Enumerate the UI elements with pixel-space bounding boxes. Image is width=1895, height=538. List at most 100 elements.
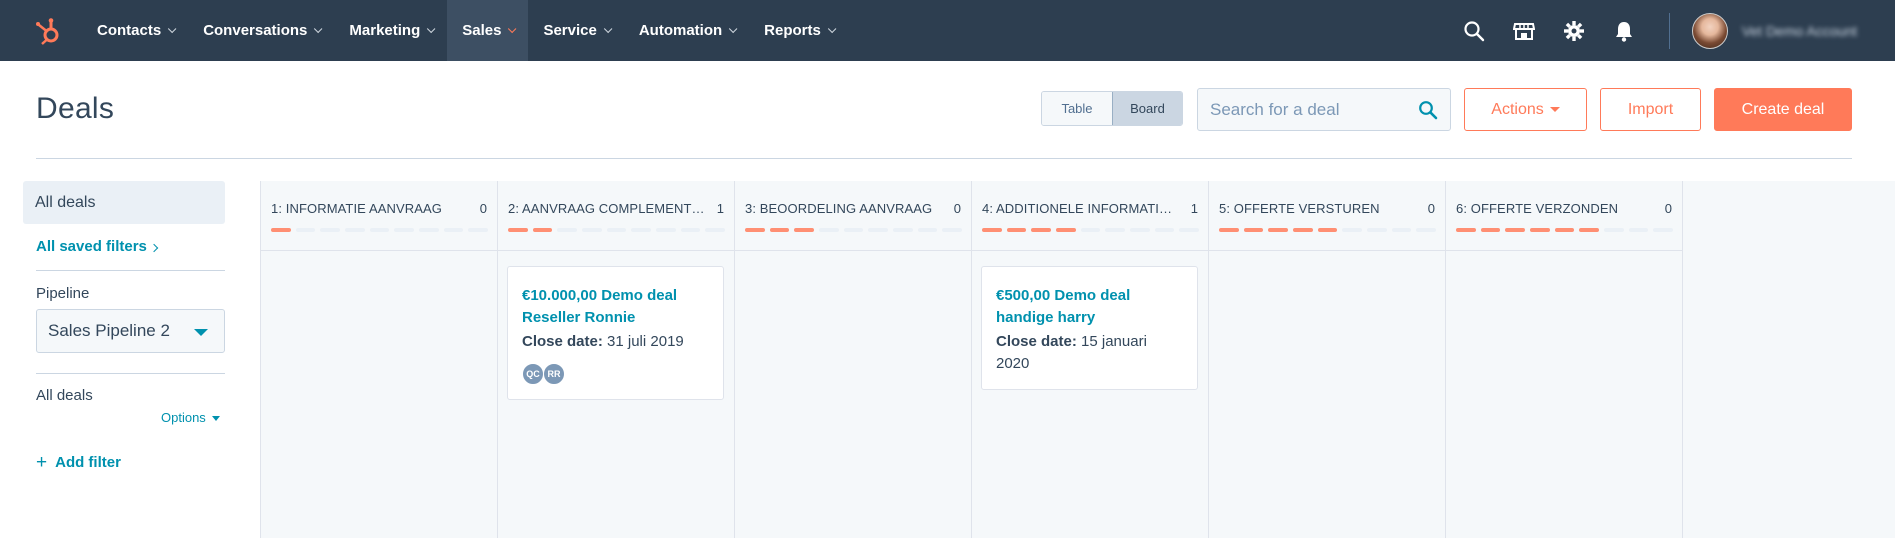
nav-item-contacts[interactable]: Contacts	[82, 0, 188, 61]
progress-segment	[295, 228, 316, 232]
marketplace-icon[interactable]	[1499, 0, 1549, 61]
progress-segment	[320, 228, 341, 232]
chevron-down-icon	[603, 24, 613, 33]
stage-progress	[271, 228, 489, 233]
deal-card[interactable]: €500,00 Demo deal handige harry Close dat…	[981, 266, 1198, 390]
nav-item-reports[interactable]: Reports	[749, 0, 848, 61]
chevron-down-icon	[427, 24, 436, 33]
progress-segment	[1154, 228, 1175, 232]
actions-button[interactable]: Actions	[1464, 88, 1587, 131]
search-input[interactable]	[1198, 89, 1408, 130]
chevron-right-icon	[149, 243, 159, 253]
account-name[interactable]: Vet Demo Account	[1742, 23, 1857, 39]
nav-divider	[1668, 12, 1670, 49]
progress-segment	[705, 228, 726, 232]
progress-segment	[443, 228, 464, 232]
create-deal-button[interactable]: Create deal	[1714, 88, 1852, 131]
owner-avatar[interactable]: RR	[543, 363, 565, 385]
progress-segment	[1056, 228, 1076, 232]
nav-item-label: Contacts	[97, 22, 162, 39]
progress-segment	[1604, 228, 1624, 232]
close-date-value: 31 juli 2019	[607, 333, 684, 350]
progress-segment	[1480, 228, 1501, 232]
nav-item-automation[interactable]: Automation	[624, 0, 749, 61]
stage-progress	[508, 228, 726, 233]
options-dropdown[interactable]: Options	[161, 410, 220, 425]
close-date-label: Close date:	[522, 333, 603, 350]
avatar[interactable]	[1691, 12, 1728, 49]
deal-owners: QC RR	[522, 363, 709, 385]
search-icon[interactable]	[1449, 0, 1499, 61]
stage-name: 5: OFFERTE VERSTUREN	[1219, 201, 1380, 216]
stage-name: 6: OFFERTE VERZONDEN	[1456, 201, 1619, 216]
stage-count: 1	[716, 201, 724, 216]
progress-segment	[1293, 228, 1313, 232]
deal-title-link[interactable]: €10.000,00 Demo deal Reseller Ronnie	[522, 285, 709, 329]
progress-segment	[1243, 228, 1264, 232]
deal-card[interactable]: €10.000,00 Demo deal Reseller Ronnie Clos…	[507, 266, 724, 400]
progress-segment	[394, 228, 415, 232]
progress-segment	[794, 228, 815, 232]
progress-segment	[819, 228, 839, 232]
nav-item-conversations[interactable]: Conversations	[188, 0, 334, 61]
plus-icon: +	[36, 452, 48, 473]
progress-segment	[1179, 228, 1200, 232]
current-view-label: All deals	[36, 387, 93, 404]
progress-segment	[868, 228, 889, 232]
sidebar-item-all-deals[interactable]: All deals	[23, 181, 225, 224]
caret-down-icon	[211, 416, 220, 422]
chevron-down-icon	[729, 24, 738, 33]
nav-item-sales[interactable]: Sales	[447, 0, 529, 61]
progress-segment	[843, 228, 864, 232]
deal-search	[1197, 88, 1451, 131]
progress-segment	[680, 228, 701, 232]
deal-board: 1: INFORMATIE AANVRAAG 0 2: AANVRAAG COMPL…	[260, 181, 1895, 538]
progress-segment	[508, 228, 528, 232]
progress-segment	[1416, 228, 1437, 232]
board-view-button[interactable]: Board	[1112, 92, 1182, 125]
actions-label: Actions	[1491, 100, 1544, 118]
progress-segment	[1268, 228, 1289, 232]
add-filter-button[interactable]: + Add filter	[36, 453, 121, 472]
nav-utilities: Vet Demo Account	[1449, 0, 1895, 61]
pipeline-select[interactable]: Sales Pipeline 2	[36, 309, 225, 353]
caret-down-icon	[194, 329, 208, 336]
progress-segment	[419, 228, 439, 232]
column-header: 1: INFORMATIE AANVRAAG 0	[261, 181, 497, 251]
gear-icon[interactable]	[1549, 0, 1599, 61]
all-saved-filters-link[interactable]: All saved filters	[36, 238, 159, 255]
column-header: 6: OFFERTE VERZONDEN 0	[1446, 181, 1682, 251]
deal-title-link[interactable]: €500,00 Demo deal handige harry	[996, 285, 1183, 329]
progress-segment	[1031, 228, 1052, 232]
column-header: 2: AANVRAAG COMPLEMENTEREN 1	[498, 181, 734, 251]
stage-name: 3: BEOORDELING AANVRAAG	[745, 201, 933, 216]
progress-segment	[942, 228, 963, 232]
table-view-button[interactable]: Table	[1042, 92, 1112, 125]
progress-segment	[1505, 228, 1526, 232]
progress-segment	[893, 228, 913, 232]
import-button[interactable]: Import	[1600, 88, 1701, 131]
stage-progress	[745, 228, 963, 233]
column-header: 4: ADDITIONELE INFORMATIE GEWEN... 1	[972, 181, 1208, 251]
stage-name: 4: ADDITIONELE INFORMATIE GEWEN...	[982, 201, 1179, 216]
stage-count: 0	[479, 201, 487, 216]
progress-segment	[769, 228, 790, 232]
progress-segment	[1628, 228, 1649, 232]
nav-item-service[interactable]: Service	[528, 0, 623, 61]
progress-segment	[1130, 228, 1150, 232]
nav-item-marketing[interactable]: Marketing	[334, 0, 447, 61]
board-column: 1: INFORMATIE AANVRAAG 0	[261, 181, 498, 538]
options-label: Options	[161, 410, 206, 425]
bell-icon[interactable]	[1599, 0, 1649, 61]
progress-segment	[917, 228, 938, 232]
view-toggle: Table Board	[1041, 91, 1183, 126]
chevron-down-icon	[508, 24, 517, 33]
progress-segment	[369, 228, 390, 232]
nav-item-label: Conversations	[203, 22, 308, 39]
pipeline-label: Pipeline	[36, 285, 90, 302]
progress-segment	[582, 228, 602, 232]
progress-segment	[1530, 228, 1550, 232]
hubspot-logo-icon[interactable]	[34, 16, 64, 46]
owner-avatar[interactable]: QC	[522, 363, 544, 385]
search-icon[interactable]	[1418, 100, 1438, 125]
